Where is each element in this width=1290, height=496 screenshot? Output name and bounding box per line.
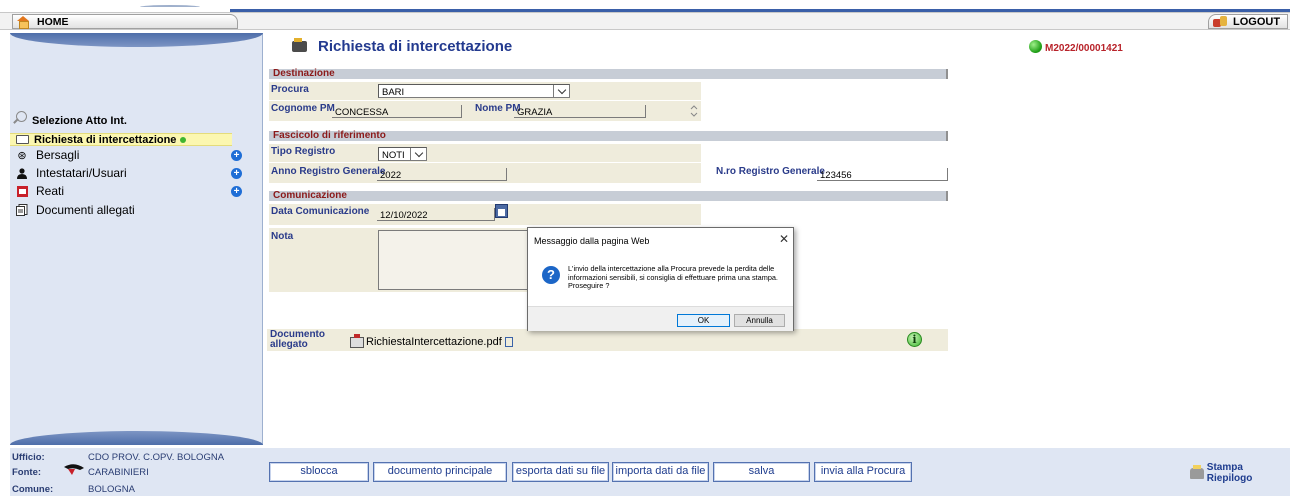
close-icon[interactable]: ✕: [779, 232, 789, 246]
home-button[interactable]: HOME: [12, 14, 238, 29]
top-decoration: [0, 0, 1290, 12]
sidebar-item-richiesta[interactable]: Richiesta di intercettazione: [10, 133, 232, 146]
fonte-label: Fonte:: [12, 467, 42, 478]
page-title: Richiesta di intercettazione: [318, 38, 513, 55]
stampa-riepilogo-label: Stampa Riepilogo: [1206, 462, 1253, 484]
confirm-dialog: Messaggio dalla pagina Web ✕ ? L'invio d…: [527, 227, 794, 331]
sidebar-top-cap: [10, 33, 263, 47]
documento-file-name: RichiestaIntercettazione.pdf: [366, 336, 502, 348]
sort-updown-icon[interactable]: [689, 104, 699, 118]
procura-select[interactable]: BARI: [378, 84, 570, 98]
sidebar: Selezione Atto Int. Richiesta di interce…: [10, 33, 263, 445]
comune-value: BOLOGNA: [88, 484, 135, 495]
section-comunicazione: Comunicazione: [269, 191, 948, 201]
salva-button[interactable]: salva: [713, 462, 810, 482]
procura-value: BARI: [382, 87, 405, 98]
section-destinazione: Destinazione: [269, 69, 948, 79]
cognome-pm-label: Cognome PM: [271, 103, 335, 114]
nro-registro-value: 123456: [820, 170, 852, 181]
target-icon: ⊛: [17, 149, 27, 162]
info-icon[interactable]: i: [907, 332, 922, 347]
nro-registro-label: N.ro Registro Generale: [716, 166, 825, 177]
footer-info: Ufficio: CDO PROV. C.OPV. BOLOGNA Fonte:…: [10, 448, 263, 496]
sidebar-item-documenti[interactable]: Documenti allegati: [16, 202, 135, 218]
annulla-button[interactable]: Annulla: [734, 314, 785, 327]
esporta-button[interactable]: esporta dati su file: [512, 462, 609, 482]
tipo-registro-label: Tipo Registro: [271, 146, 336, 157]
ok-button[interactable]: OK: [677, 314, 730, 327]
documents-icon: [16, 204, 28, 216]
logout-button[interactable]: LOGOUT: [1208, 14, 1288, 29]
section-fascicolo: Fascicolo di riferimento: [269, 131, 948, 141]
sidebar-item-label: Reati: [36, 184, 65, 198]
sidebar-item-intestatari[interactable]: Intestatari/Usuari: [16, 165, 127, 181]
sidebar-item-label: Richiesta di intercettazione: [34, 133, 177, 146]
home-icon: [17, 16, 29, 29]
comune-label: Comune:: [12, 484, 54, 495]
status-dot-icon: [180, 136, 187, 143]
nota-label: Nota: [271, 231, 294, 242]
procura-label: Procura: [271, 84, 309, 95]
sidebar-item-bersagli[interactable]: ⊛ Bersagli: [16, 147, 79, 163]
documento-principale-button[interactable]: documento principale: [373, 462, 507, 482]
anno-registro-value: 2022: [380, 170, 402, 181]
printer-icon: [1190, 464, 1204, 479]
header-bar: HOME LOGOUT: [0, 12, 1290, 30]
nome-pm-field[interactable]: GRAZIA: [514, 105, 646, 118]
cognome-pm-field[interactable]: CONCESSA: [332, 105, 462, 118]
stampa-riepilogo-link[interactable]: Stampa Riepilogo: [1190, 462, 1290, 484]
add-intestatari-icon[interactable]: +: [231, 168, 242, 179]
tipo-registro-value: NOTI: [382, 150, 405, 161]
logout-icon: [1213, 15, 1227, 28]
dialog-footer: OK Annulla: [528, 306, 793, 331]
calendar-icon[interactable]: [495, 204, 508, 218]
sidebar-title: Selezione Atto Int.: [32, 115, 127, 127]
data-comunicazione-field[interactable]: 12/10/2022: [377, 208, 495, 221]
documento-file-link[interactable]: RichiestaIntercettazione.pdf: [350, 333, 513, 348]
dialog-message: L'invio della intercettazione alla Procu…: [568, 264, 778, 290]
nro-registro-field[interactable]: 123456: [817, 168, 948, 181]
carabinieri-logo-icon: [64, 464, 84, 475]
user-icon: [16, 167, 28, 179]
procedure-code: M2022/00001421: [1045, 43, 1123, 54]
download-icon: [350, 333, 364, 348]
dialog-title: Messaggio dalla pagina Web: [534, 236, 650, 246]
nome-pm-value: GRAZIA: [517, 107, 553, 118]
data-comunicazione-value: 12/10/2022: [380, 210, 428, 221]
open-folder-icon: [292, 38, 307, 52]
logout-label: LOGOUT: [1233, 15, 1281, 28]
sidebar-item-reati[interactable]: Reati: [16, 183, 64, 199]
anno-registro-label: Anno Registro Generale: [271, 166, 386, 177]
home-label: HOME: [37, 15, 69, 28]
sidebar-item-label: Intestatari/Usuari: [36, 166, 127, 180]
sidebar-item-label: Documenti allegati: [36, 203, 135, 217]
fonte-value: CARABINIERI: [88, 467, 149, 478]
anno-registro-field[interactable]: 2022: [377, 168, 507, 181]
importa-button[interactable]: importa dati da file: [612, 462, 709, 482]
status-green-icon: [1029, 40, 1042, 53]
invia-procura-button[interactable]: invia alla Procura: [814, 462, 912, 482]
ufficio-label: Ufficio:: [12, 452, 45, 463]
sidebar-bottom-cap: [10, 431, 263, 445]
nota-textarea[interactable]: [378, 230, 530, 290]
sidebar-item-label: Bersagli: [36, 148, 80, 162]
sblocca-button[interactable]: sblocca: [269, 462, 369, 482]
tipo-registro-select[interactable]: NOTI: [378, 147, 427, 161]
documento-label-line2: allegato: [270, 339, 308, 350]
question-icon: ?: [542, 266, 560, 284]
reati-icon: [16, 185, 28, 197]
folder-icon: [16, 135, 29, 144]
trash-icon[interactable]: [504, 337, 513, 347]
data-comunicazione-label: Data Comunicazione: [271, 206, 370, 217]
chevron-down-icon: [410, 148, 426, 160]
magnifier-icon: [16, 111, 27, 122]
add-bersagli-icon[interactable]: +: [231, 150, 242, 161]
ufficio-value: CDO PROV. C.OPV. BOLOGNA: [88, 452, 225, 463]
chevron-down-icon: [553, 85, 569, 97]
add-reati-icon[interactable]: +: [231, 186, 242, 197]
cognome-pm-value: CONCESSA: [335, 107, 389, 118]
documento-label: Documento allegato: [270, 330, 325, 350]
